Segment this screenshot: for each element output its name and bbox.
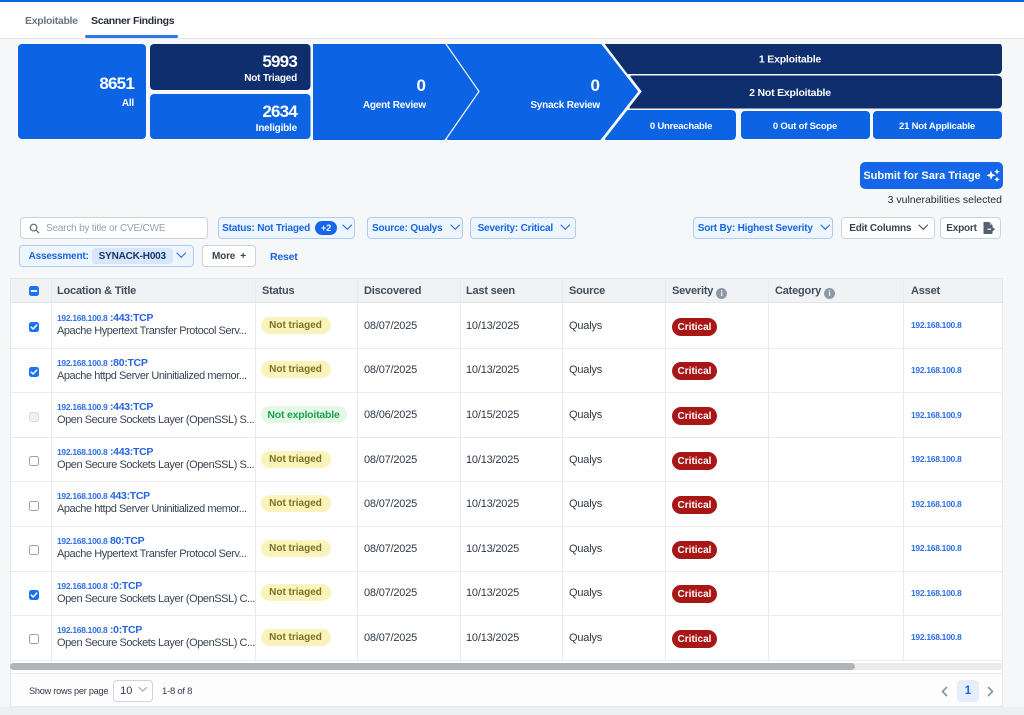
svg-text:Agent Review: Agent Review	[363, 100, 427, 111]
svg-text:0 Unreachable: 0 Unreachable	[650, 121, 712, 132]
svg-text:0 Out of Scope: 0 Out of Scope	[773, 121, 837, 132]
svg-text:Ineligible: Ineligible	[256, 123, 298, 134]
svg-text:21 Not Applicable: 21 Not Applicable	[899, 121, 975, 132]
svg-text:1 Exploitable: 1 Exploitable	[759, 54, 822, 66]
svg-text:8651: 8651	[99, 74, 134, 93]
svg-text:5993: 5993	[262, 52, 297, 71]
svg-text:2634: 2634	[262, 102, 298, 121]
svg-text:Synack Review: Synack Review	[530, 100, 600, 111]
svg-text:0: 0	[417, 76, 426, 95]
svg-text:All: All	[122, 98, 135, 109]
svg-text:Not Triaged: Not Triaged	[244, 73, 297, 84]
svg-text:2 Not Exploitable: 2 Not Exploitable	[749, 87, 831, 99]
svg-text:0: 0	[591, 76, 600, 95]
